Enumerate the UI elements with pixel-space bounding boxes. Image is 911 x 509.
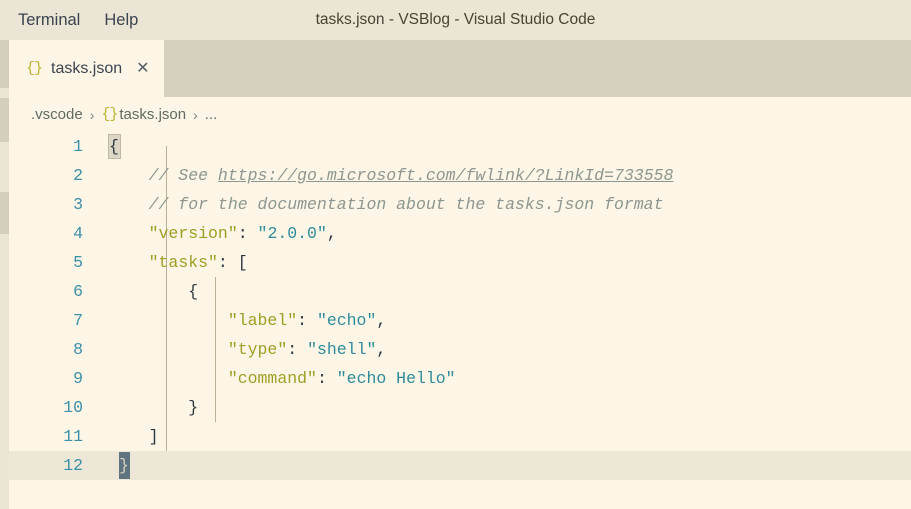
breadcrumb-separator: › [193, 107, 198, 123]
close-icon[interactable]: ✕ [136, 61, 149, 77]
code-line-text: { [109, 277, 198, 306]
code-line[interactable]: 3 // for the documentation about the tas… [9, 190, 911, 219]
line-number: 1 [9, 132, 83, 161]
code-token: "version" [149, 224, 238, 243]
code-token: // See [109, 166, 218, 185]
code-line-text: ] [109, 422, 159, 451]
code-token: : [317, 369, 337, 388]
code-line[interactable]: 12}} [9, 451, 911, 480]
breadcrumb: .vscode › {} tasks.json › ... [9, 97, 911, 132]
code-token: "type" [228, 340, 287, 359]
editor-tab-bar: {} tasks.json ✕ [9, 40, 911, 97]
cursor-covered-glyph: } [119, 451, 129, 480]
code-line-text: // for the documentation about the tasks… [109, 190, 664, 219]
activity-bar-band [0, 192, 9, 234]
code-token [109, 369, 228, 388]
code-token: "shell" [307, 340, 376, 359]
line-number: 6 [9, 277, 83, 306]
code-line[interactable]: 10 } [9, 393, 911, 422]
code-link[interactable]: https://go.microsoft.com/fwlink/?LinkId=… [218, 166, 673, 185]
code-token: , [376, 311, 386, 330]
code-token [109, 224, 149, 243]
activity-bar-band [0, 40, 9, 88]
line-number: 7 [9, 306, 83, 335]
line-number: 10 [9, 393, 83, 422]
code-line[interactable]: 11 ] [9, 422, 911, 451]
code-line-text: "command": "echo Hello" [109, 364, 456, 393]
code-line-text: "type": "shell", [109, 335, 386, 364]
code-token: : [ [218, 253, 248, 272]
code-line[interactable]: 1{ [9, 132, 911, 161]
code-lines: 1{2 // See https://go.microsoft.com/fwli… [9, 132, 911, 480]
line-number: 12 [9, 451, 83, 480]
line-number: 9 [9, 364, 83, 393]
line-number: 8 [9, 335, 83, 364]
breadcrumb-item-vscode[interactable]: .vscode [31, 106, 83, 123]
code-token: ] [109, 427, 159, 446]
code-line[interactable]: 6 { [9, 277, 911, 306]
activity-bar [0, 40, 9, 509]
code-token: , [376, 340, 386, 359]
code-line-text: "tasks": [ [109, 248, 248, 277]
title-bar: Terminal Help tasks.json - VSBlog - Visu… [0, 0, 911, 40]
code-token: : [287, 340, 307, 359]
code-token: } [109, 398, 198, 417]
menu-bar: Terminal Help [6, 6, 150, 34]
json-file-icon: {} [26, 60, 42, 77]
code-line[interactable]: 9 "command": "echo Hello" [9, 364, 911, 393]
code-token: // for the documentation about the tasks… [109, 195, 664, 214]
code-token: "echo Hello" [337, 369, 456, 388]
line-number: 5 [9, 248, 83, 277]
line-number: 4 [9, 219, 83, 248]
code-line[interactable]: 2 // See https://go.microsoft.com/fwlink… [9, 161, 911, 190]
code-line-text: // See https://go.microsoft.com/fwlink/?… [109, 161, 673, 190]
tab-tasks-json[interactable]: {} tasks.json ✕ [9, 40, 164, 97]
code-token [109, 340, 228, 359]
breadcrumb-separator: › [90, 107, 95, 123]
line-number: 11 [9, 422, 83, 451]
code-line-text: } [109, 393, 198, 422]
code-token: "command" [228, 369, 317, 388]
code-token: "2.0.0" [258, 224, 327, 243]
breadcrumb-item-tasks-json[interactable]: tasks.json [119, 106, 186, 123]
code-token: "label" [228, 311, 297, 330]
activity-bar-band [0, 98, 9, 142]
code-line-text: "label": "echo", [109, 306, 386, 335]
breadcrumb-item-symbols[interactable]: ... [205, 106, 218, 123]
line-number: 3 [9, 190, 83, 219]
code-line-text: "version": "2.0.0", [109, 219, 337, 248]
menu-item-help[interactable]: Help [92, 6, 150, 34]
code-line[interactable]: 4 "version": "2.0.0", [9, 219, 911, 248]
code-line-text: { [109, 132, 119, 161]
code-token [109, 253, 149, 272]
code-token: , [327, 224, 337, 243]
line-number: 2 [9, 161, 83, 190]
vscode-window: Terminal Help tasks.json - VSBlog - Visu… [0, 0, 911, 509]
code-line[interactable]: 8 "type": "shell", [9, 335, 911, 364]
code-token: { [109, 282, 198, 301]
code-line[interactable]: 7 "label": "echo", [9, 306, 911, 335]
tab-label: tasks.json [51, 60, 122, 78]
code-token: : [297, 311, 317, 330]
code-editor[interactable]: 1{2 // See https://go.microsoft.com/fwli… [9, 132, 911, 509]
json-file-icon: {} [101, 106, 117, 123]
code-token: : [238, 224, 258, 243]
code-token [109, 311, 228, 330]
menu-item-terminal[interactable]: Terminal [6, 6, 92, 34]
code-line[interactable]: 5 "tasks": [ [9, 248, 911, 277]
code-token: "echo" [317, 311, 376, 330]
code-token: "tasks" [149, 253, 218, 272]
code-token: { [109, 137, 119, 156]
